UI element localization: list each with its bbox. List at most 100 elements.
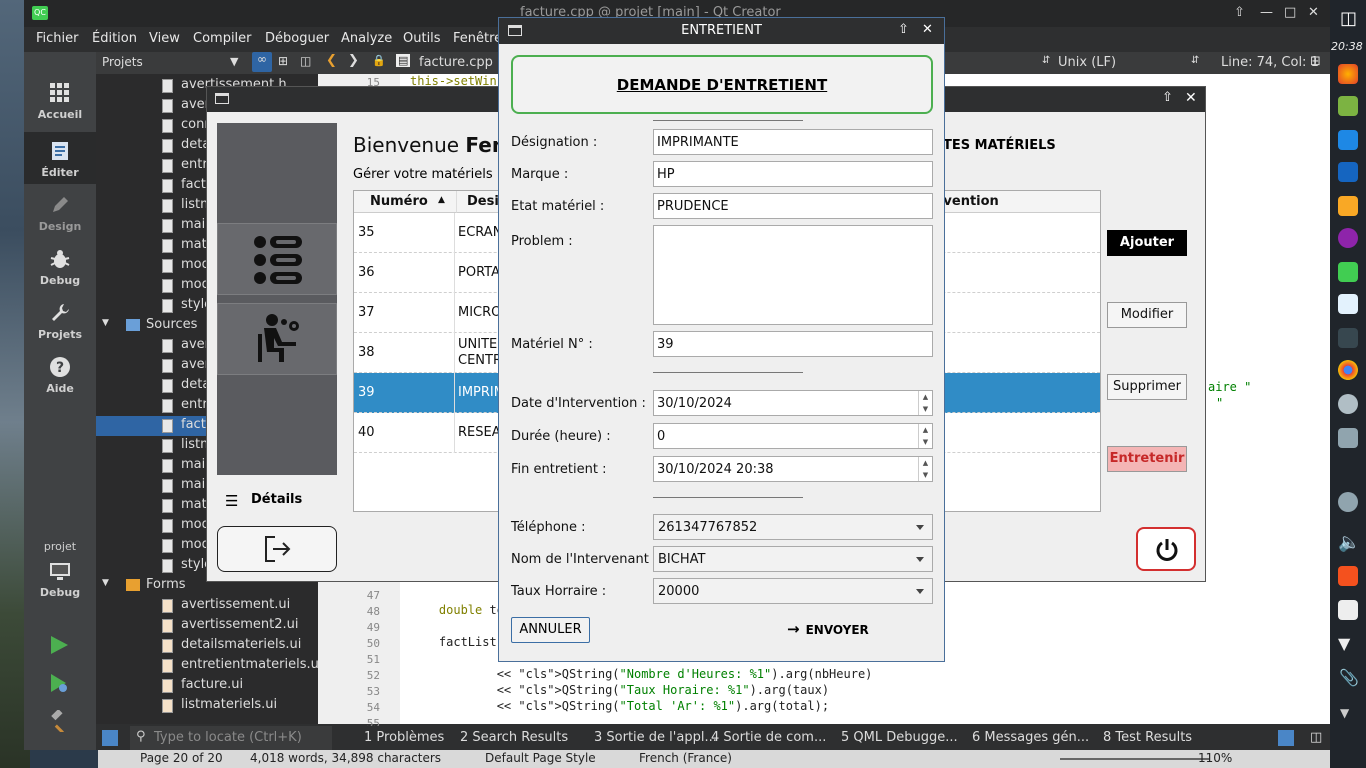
col-header-intervention[interactable]: rvention: [926, 191, 1100, 213]
projects-selector[interactable]: Projets: [102, 55, 143, 69]
output-tab-search[interactable]: 2 Search Results: [460, 730, 568, 745]
problem-textarea[interactable]: [653, 225, 933, 325]
details-label[interactable]: Détails: [251, 492, 302, 507]
spin-arrows-icon[interactable]: ▲ ▼: [918, 424, 932, 448]
clipboard-icon[interactable]: [1338, 600, 1358, 620]
output-tab-messages[interactable]: 6 Messages gén...: [972, 730, 1089, 745]
split-output-icon[interactable]: ◫: [1310, 730, 1322, 745]
maintenance-button[interactable]: [217, 303, 337, 375]
cancel-button[interactable]: ANNULER: [511, 617, 590, 643]
end-datetime-spinbox[interactable]: 30/10/2024 20:38 ▲ ▼: [653, 456, 933, 482]
run-icon[interactable]: [48, 634, 70, 656]
qt-app-icon[interactable]: [1338, 262, 1358, 282]
attachment-icon[interactable]: 📎: [1339, 668, 1359, 687]
firefox-icon[interactable]: [1338, 64, 1358, 84]
zoom-slider[interactable]: [1060, 758, 1210, 760]
modify-button[interactable]: Modifier: [1107, 302, 1187, 328]
menu-deboguer[interactable]: Déboguer: [265, 31, 329, 46]
minimize-icon[interactable]: —: [1260, 5, 1273, 20]
settings-gear-icon[interactable]: [1338, 492, 1358, 512]
tree-item[interactable]: listmateriels.ui: [96, 696, 318, 716]
send-button[interactable]: → ENVOYER: [787, 620, 869, 642]
brand-field[interactable]: HP: [653, 161, 933, 187]
mode-design[interactable]: Design: [24, 194, 96, 233]
power-button[interactable]: [1136, 527, 1196, 571]
close-pane-icon[interactable]: ◫: [300, 54, 311, 68]
filter-icon[interactable]: ▼: [230, 55, 238, 68]
editor-filename[interactable]: facture.cpp: [419, 55, 493, 70]
maintain-button[interactable]: Entretenir: [1107, 446, 1187, 472]
output-tab-tests[interactable]: 8 Test Results: [1103, 730, 1192, 745]
menu-fenetre[interactable]: Fenêtre: [453, 31, 502, 46]
tree-item[interactable]: avertissement.ui: [96, 596, 318, 616]
mode-projects[interactable]: Projets: [24, 302, 96, 341]
expand-arrow-icon[interactable]: ▼: [102, 318, 109, 328]
tree-item[interactable]: avertissement2.ui: [96, 616, 318, 636]
menu-edition[interactable]: Édition: [92, 31, 137, 46]
anydesk-icon[interactable]: [1338, 566, 1358, 586]
line-ending-selector[interactable]: Unix (LF): [1058, 55, 1116, 70]
database-icon[interactable]: [1338, 394, 1358, 414]
document-app-icon[interactable]: [1338, 294, 1358, 314]
vscode-icon[interactable]: [1338, 130, 1358, 150]
close-icon[interactable]: ✕: [1308, 5, 1319, 20]
debug-run-icon[interactable]: [48, 672, 70, 694]
build-hammer-icon[interactable]: [48, 710, 70, 732]
menu-outils[interactable]: Outils: [403, 31, 441, 46]
output-tab-compile[interactable]: 4 Sortie de com...: [711, 730, 826, 745]
menu-compiler[interactable]: Compiler: [193, 31, 252, 46]
mode-welcome[interactable]: Accueil: [24, 82, 96, 121]
forward-icon[interactable]: ❯: [348, 53, 359, 68]
tree-item[interactable]: detailsmateriels.ui: [96, 636, 318, 656]
cursor-position[interactable]: Line: 74, Col: 1: [1221, 55, 1319, 70]
menu-fichier[interactable]: Fichier: [36, 31, 79, 46]
output-tab-problems[interactable]: 1 Problèmes: [364, 730, 444, 745]
menu-view[interactable]: View: [149, 31, 180, 46]
logout-button[interactable]: [217, 526, 337, 572]
show-desktop-icon[interactable]: ◫: [1340, 8, 1357, 29]
tray-expand-icon[interactable]: ▼: [1340, 706, 1349, 720]
phone-combo[interactable]: 261347767852: [653, 514, 933, 540]
output-tab-app-output[interactable]: 3 Sortie de l'appl...: [594, 730, 717, 745]
mode-edit[interactable]: Éditer: [24, 132, 96, 184]
chrome-icon[interactable]: [1338, 360, 1358, 380]
link-icon[interactable]: ∞: [252, 52, 272, 72]
wifi-icon[interactable]: ▼: [1338, 634, 1350, 653]
sidebar-toggle-icon[interactable]: [102, 730, 118, 746]
list-button[interactable]: [217, 223, 337, 295]
rate-combo[interactable]: 20000: [653, 578, 933, 604]
locator-bar[interactable]: ⚲ Type to locate (Ctrl+K): [130, 726, 332, 750]
menu-analyze[interactable]: Analyze: [341, 31, 392, 46]
material-no-field[interactable]: 39: [653, 331, 933, 357]
designation-field[interactable]: IMPRIMANTE: [653, 129, 933, 155]
restore-icon[interactable]: □: [1284, 5, 1296, 20]
image-viewer-icon[interactable]: [1338, 428, 1358, 448]
maximize-up-icon[interactable]: ⇧: [1234, 5, 1245, 20]
back-icon[interactable]: ❮: [326, 53, 337, 68]
date-spinbox[interactable]: 30/10/2024 ▲ ▼: [653, 390, 933, 416]
mode-debug[interactable]: Debug: [24, 248, 96, 287]
split-icon[interactable]: ⊞: [278, 54, 288, 68]
output-toggle-icon[interactable]: [1278, 730, 1294, 746]
duration-spinbox[interactable]: 0 ▲ ▼: [653, 423, 933, 449]
chat-icon[interactable]: [1338, 228, 1358, 248]
kit-selector[interactable]: Debug: [24, 560, 96, 599]
state-field[interactable]: PRUDENCE: [653, 193, 933, 219]
files-icon[interactable]: [1338, 96, 1358, 116]
technician-combo[interactable]: BICHAT: [653, 546, 933, 572]
add-button[interactable]: Ajouter: [1107, 230, 1187, 256]
app-maximize-icon[interactable]: ⇧: [1162, 90, 1173, 105]
dialog-close-icon[interactable]: ✕: [922, 22, 933, 37]
spin-arrows-icon[interactable]: ▲ ▼: [918, 391, 932, 415]
tree-item[interactable]: entretientmateriels.ui: [96, 656, 318, 676]
tree-item[interactable]: facture.ui: [96, 676, 318, 696]
terminal-icon[interactable]: [1338, 328, 1358, 348]
app-close-icon[interactable]: ✕: [1185, 90, 1197, 106]
output-tab-qml[interactable]: 5 QML Debugge...: [841, 730, 958, 745]
expand-arrow-icon[interactable]: ▼: [102, 578, 109, 588]
split-editor-icon[interactable]: ⊞: [1310, 54, 1321, 69]
spin-arrows-icon[interactable]: ▲ ▼: [918, 457, 932, 481]
mode-help[interactable]: ? Aide: [24, 356, 96, 395]
volume-icon[interactable]: 🔈: [1338, 532, 1360, 553]
dialog-maximize-icon[interactable]: ⇧: [898, 22, 909, 37]
